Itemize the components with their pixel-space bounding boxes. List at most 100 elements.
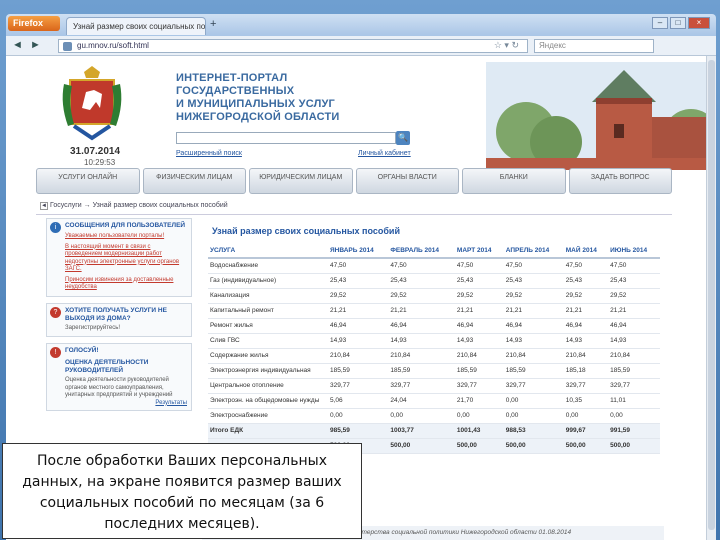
table-row: Ремонт жилья 46,94 46,94 46,94 46,94 46,94 46,… [208, 318, 660, 334]
menu-item-authorities[interactable]: Органы власти [355, 168, 459, 194]
table-row: Слив ГВС 14,93 14,93 14,93 14,93 14,93 14,93 [208, 333, 660, 349]
amount-cell: 1001,43 [454, 423, 504, 439]
main-menu: Услуги онлайн Физическим лицам Юридическ… [36, 168, 672, 194]
menu-item-legal-entities[interactable]: Юридическим лицам [249, 168, 353, 194]
service-name-cell: Итого ЕДК [208, 423, 328, 439]
amount-cell: 14,93 [388, 333, 455, 349]
amount-cell: 46,94 [328, 318, 389, 334]
firefox-menu-button[interactable]: Firefox [8, 16, 60, 31]
amount-cell: 988,53 [503, 423, 564, 439]
amount-cell: 25,43 [388, 273, 455, 289]
amount-cell: 25,43 [563, 273, 609, 289]
column-header: Июнь 2014 [608, 244, 660, 259]
amount-cell: 500,00 [563, 438, 609, 454]
table-row: Канализация 29,52 29,52 29,52 29,52 29,52 29,5… [208, 288, 660, 304]
amount-cell: 500,00 [608, 438, 660, 454]
amount-cell: 0,00 [608, 408, 660, 424]
divider [36, 214, 672, 215]
vote-box: ! Голосуй! Оценка деятельности руководит… [46, 343, 192, 411]
box-heading[interactable]: Сообщения для пользователей [65, 222, 187, 230]
address-bar[interactable]: gu.mnov.ru/soft.html ☆ ▾ ↻ [58, 39, 528, 53]
results-link[interactable]: Результаты [65, 400, 187, 406]
amount-cell: 21,21 [608, 303, 660, 319]
amount-cell: 329,77 [608, 378, 660, 394]
amount-cell: 21,70 [454, 393, 504, 409]
tab-bar: Firefox Узнай размер своих социальных по… [6, 14, 716, 36]
amount-cell: 14,93 [608, 333, 660, 349]
amount-cell: 985,59 [328, 423, 389, 439]
amount-cell: 29,52 [503, 288, 564, 304]
amount-cell: 21,21 [503, 303, 564, 319]
column-header: Апрель 2014 [503, 244, 564, 259]
amount-cell: 29,52 [328, 288, 389, 304]
menu-item-individuals[interactable]: Физическим лицам [142, 168, 246, 194]
portal-title-line: И МУНИЦИПАЛЬНЫХ УСЛУГ [176, 98, 335, 110]
minimize-icon[interactable]: – [652, 17, 668, 29]
amount-cell: 46,94 [608, 318, 660, 334]
new-tab-button[interactable]: + [210, 18, 216, 30]
amount-cell: 185,18 [563, 363, 609, 379]
amount-cell: 25,43 [454, 273, 504, 289]
notice-link[interactable]: Приносим извинения за доставленные неудо… [65, 277, 187, 292]
amount-cell: 29,52 [608, 288, 660, 304]
register-link[interactable]: Зарегистрируйтесь! [65, 325, 187, 333]
amount-cell: 329,77 [328, 378, 389, 394]
browser-tab[interactable]: Узнай размер своих социальных посо... [66, 17, 206, 35]
service-name-cell: Канализация [208, 288, 328, 304]
amount-cell: 14,93 [454, 333, 504, 349]
amount-cell: 185,59 [388, 363, 455, 379]
amount-cell: 5,06 [328, 393, 389, 409]
box-text: Оценка деятельности руководителей органо… [65, 377, 173, 398]
scrollbar[interactable] [706, 56, 716, 540]
amount-cell: 999,67 [563, 423, 609, 439]
kremlin-tower-image [486, 62, 706, 170]
amount-cell: 185,59 [328, 363, 389, 379]
extended-search-link[interactable]: Расширенный поиск [176, 150, 242, 157]
search-icon[interactable]: 🔍 [396, 131, 410, 145]
amount-cell: 21,21 [328, 303, 389, 319]
portal-search-input[interactable] [176, 132, 396, 144]
amount-cell: 46,94 [388, 318, 455, 334]
amount-cell: 47,50 [503, 258, 564, 274]
service-name-cell: Электроэн. на общедомовые нужды [208, 393, 328, 409]
close-icon[interactable]: × [688, 17, 710, 29]
menu-item-online-services[interactable]: Услуги онлайн [36, 168, 140, 194]
amount-cell: 500,00 [454, 438, 504, 454]
amount-cell: 500,00 [503, 438, 564, 454]
amount-cell: 25,43 [503, 273, 564, 289]
maximize-icon[interactable]: □ [670, 17, 686, 29]
notice-link[interactable]: Уважаемые пользователи порталы! [65, 233, 187, 241]
box-heading[interactable]: Оценка деятельности руководителей [65, 359, 187, 375]
portal-title: ИНТЕРНЕТ-ПОРТАЛ ГОСУДАРСТВЕННЫХ И МУНИЦИ… [176, 72, 339, 124]
amount-cell: 47,50 [454, 258, 504, 274]
notice-link[interactable]: В настоящий момент в связи с проведением… [65, 244, 187, 274]
bookmark-star-icon[interactable]: ☆ ▾ ↻ [494, 40, 519, 51]
benefits-table: Услуга Январь 2014 Февраль 2014 Март 201… [208, 244, 660, 454]
menu-item-forms[interactable]: Бланки [462, 168, 566, 194]
column-header: Услуга [208, 244, 328, 259]
amount-cell: 991,59 [608, 423, 660, 439]
table-body: Водоснабжение 47,50 47,50 47,50 47,50 47,50 47… [208, 258, 660, 454]
forward-icon[interactable]: ► [30, 39, 41, 51]
table-header-row: Услуга Январь 2014 Февраль 2014 Март 201… [208, 244, 660, 259]
back-icon[interactable]: ◄ [12, 39, 23, 51]
amount-cell: 185,59 [608, 363, 660, 379]
amount-cell: 210,84 [328, 348, 389, 364]
box-heading[interactable]: Хотите получать услуги не выходя из дома… [65, 307, 187, 323]
back-arrow-icon[interactable]: ◄ [40, 202, 48, 210]
service-name-cell: Капитальный ремонт [208, 303, 328, 319]
personal-cabinet-link[interactable]: Личный кабинет [358, 150, 411, 157]
menu-item-ask-question[interactable]: Задать вопрос [568, 168, 672, 194]
amount-cell: 25,43 [328, 273, 389, 289]
service-name-cell: Электроэнергия индивидуальная [208, 363, 328, 379]
scrollbar-thumb[interactable] [708, 60, 715, 530]
breadcrumb-text[interactable]: Госуслуги → Узнай размер своих социальны… [50, 202, 228, 209]
search-input[interactable]: Яндекс [534, 39, 654, 53]
portal-title-line: НИЖЕГОРОДСКОЙ ОБЛАСТИ [176, 111, 340, 123]
amount-cell: 210,84 [388, 348, 455, 364]
amount-cell: 21,21 [388, 303, 455, 319]
amount-cell: 329,77 [563, 378, 609, 394]
box-heading[interactable]: Голосуй! [65, 347, 187, 355]
amount-cell: 329,77 [388, 378, 455, 394]
window-controls: – □ × [652, 17, 710, 29]
